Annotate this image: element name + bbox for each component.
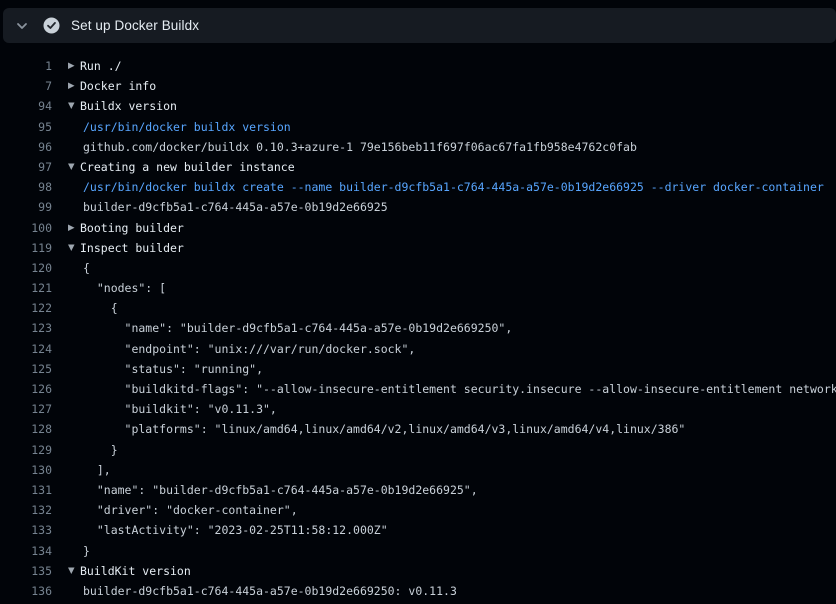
line-text: BuildKit version	[80, 561, 191, 581]
line-text: "buildkit": "v0.11.3",	[83, 399, 277, 419]
line-number[interactable]: 126	[0, 379, 52, 399]
log-line: 134 }	[0, 541, 836, 561]
log-line: 136 builder-d9cfb5a1-c764-445a-a57e-0b19…	[0, 581, 836, 601]
log-group-header[interactable]: 100 ▶ Booting builder	[0, 218, 836, 238]
line-number[interactable]: 1	[0, 56, 52, 76]
line-text: "name": "builder-d9cfb5a1-c764-445a-a57e…	[83, 318, 512, 338]
line-text: "driver": "docker-container",	[83, 500, 298, 520]
line-text: /usr/bin/docker buildx create --name bui…	[83, 177, 824, 197]
group-expanded-triangle-icon[interactable]: ▼	[68, 561, 80, 581]
group-collapsed-triangle-icon[interactable]: ▶	[68, 218, 80, 238]
log-group-header[interactable]: 119 ▼ Inspect builder	[0, 238, 836, 258]
line-number[interactable]: 135	[0, 561, 52, 581]
line-text: "buildkitd-flags": "--allow-insecure-ent…	[83, 379, 836, 399]
line-number[interactable]: 129	[0, 440, 52, 460]
line-text: Docker info	[80, 76, 156, 96]
line-text: }	[83, 541, 90, 561]
group-collapsed-triangle-icon[interactable]: ▶	[68, 56, 80, 76]
line-number[interactable]: 100	[0, 218, 52, 238]
group-expanded-triangle-icon[interactable]: ▼	[68, 157, 80, 177]
line-text: "status": "running",	[83, 359, 263, 379]
line-number[interactable]: 136	[0, 581, 52, 601]
line-number[interactable]: 123	[0, 318, 52, 338]
log-line: 131 "name": "builder-d9cfb5a1-c764-445a-…	[0, 480, 836, 500]
line-number[interactable]: 120	[0, 258, 52, 278]
line-text: "endpoint": "unix:///var/run/docker.sock…	[83, 339, 415, 359]
line-text: {	[83, 298, 118, 318]
line-number[interactable]: 125	[0, 359, 52, 379]
line-number[interactable]: 132	[0, 500, 52, 520]
line-number[interactable]: 119	[0, 238, 52, 258]
line-number[interactable]: 133	[0, 520, 52, 540]
line-text: "nodes": [	[83, 278, 166, 298]
log-line: 121 "nodes": [	[0, 278, 836, 298]
log-line: 122 {	[0, 298, 836, 318]
log-line: 124 "endpoint": "unix:///var/run/docker.…	[0, 339, 836, 359]
line-text: "platforms": "linux/amd64,linux/amd64/v2…	[83, 419, 685, 439]
line-number[interactable]: 7	[0, 76, 52, 96]
log-group-header[interactable]: 135 ▼ BuildKit version	[0, 561, 836, 581]
chevron-down-icon[interactable]	[15, 19, 29, 33]
line-number[interactable]: 124	[0, 339, 52, 359]
log-line: 130 ],	[0, 460, 836, 480]
log-group-header[interactable]: 1 ▶ Run ./	[0, 56, 836, 76]
log-line: 99 builder-d9cfb5a1-c764-445a-a57e-0b19d…	[0, 197, 836, 217]
log-line: 120 {	[0, 258, 836, 278]
line-text: builder-d9cfb5a1-c764-445a-a57e-0b19d2e6…	[83, 581, 457, 601]
line-text: ],	[83, 460, 111, 480]
log-lines: 1 ▶ Run ./ 7 ▶ Docker info 94 ▼ Buildx v…	[0, 56, 836, 604]
line-number[interactable]: 95	[0, 117, 52, 137]
log-line: 132 "driver": "docker-container",	[0, 500, 836, 520]
line-number[interactable]: 128	[0, 419, 52, 439]
step-header[interactable]: Set up Docker Buildx	[3, 8, 836, 43]
line-number[interactable]: 97	[0, 157, 52, 177]
line-text: Inspect builder	[80, 238, 184, 258]
line-number[interactable]: 96	[0, 137, 52, 157]
line-number[interactable]: 98	[0, 177, 52, 197]
line-text: github.com/docker/buildx 0.10.3+azure-1 …	[83, 137, 637, 157]
line-text: /usr/bin/docker buildx version	[83, 117, 291, 137]
group-expanded-triangle-icon[interactable]: ▼	[68, 96, 80, 116]
line-number[interactable]: 122	[0, 298, 52, 318]
log-line: 127 "buildkit": "v0.11.3",	[0, 399, 836, 419]
log-line: 129 }	[0, 440, 836, 460]
line-text: }	[83, 440, 118, 460]
line-number[interactable]: 94	[0, 96, 52, 116]
log-line: 128 "platforms": "linux/amd64,linux/amd6…	[0, 419, 836, 439]
log-line: 123 "name": "builder-d9cfb5a1-c764-445a-…	[0, 318, 836, 338]
group-expanded-triangle-icon[interactable]: ▼	[68, 238, 80, 258]
line-number[interactable]: 131	[0, 480, 52, 500]
line-number[interactable]: 134	[0, 541, 52, 561]
line-text: "name": "builder-d9cfb5a1-c764-445a-a57e…	[83, 480, 478, 500]
log-group-header[interactable]: 97 ▼ Creating a new builder instance	[0, 157, 836, 177]
log-group-header[interactable]: 7 ▶ Docker info	[0, 76, 836, 96]
line-text: Creating a new builder instance	[80, 157, 295, 177]
line-text: builder-d9cfb5a1-c764-445a-a57e-0b19d2e6…	[83, 197, 388, 217]
line-text: Buildx version	[80, 96, 177, 116]
line-text: Run ./	[80, 56, 122, 76]
line-text: {	[83, 258, 90, 278]
log-line: 96 github.com/docker/buildx 0.10.3+azure…	[0, 137, 836, 157]
line-number[interactable]: 99	[0, 197, 52, 217]
line-text: "lastActivity": "2023-02-25T11:58:12.000…	[83, 520, 388, 540]
line-number[interactable]: 130	[0, 460, 52, 480]
log-line: 126 "buildkitd-flags": "--allow-insecure…	[0, 379, 836, 399]
log-group-header[interactable]: 94 ▼ Buildx version	[0, 96, 836, 116]
log-line: 98 /usr/bin/docker buildx create --name …	[0, 177, 836, 197]
line-number[interactable]: 127	[0, 399, 52, 419]
line-text: Booting builder	[80, 218, 184, 238]
log-line: 125 "status": "running",	[0, 359, 836, 379]
line-number[interactable]: 121	[0, 278, 52, 298]
log-line: 95 /usr/bin/docker buildx version	[0, 117, 836, 137]
check-circle-icon	[43, 17, 60, 34]
group-collapsed-triangle-icon[interactable]: ▶	[68, 76, 80, 96]
log-line: 133 "lastActivity": "2023-02-25T11:58:12…	[0, 520, 836, 540]
step-title: Set up Docker Buildx	[71, 18, 199, 33]
